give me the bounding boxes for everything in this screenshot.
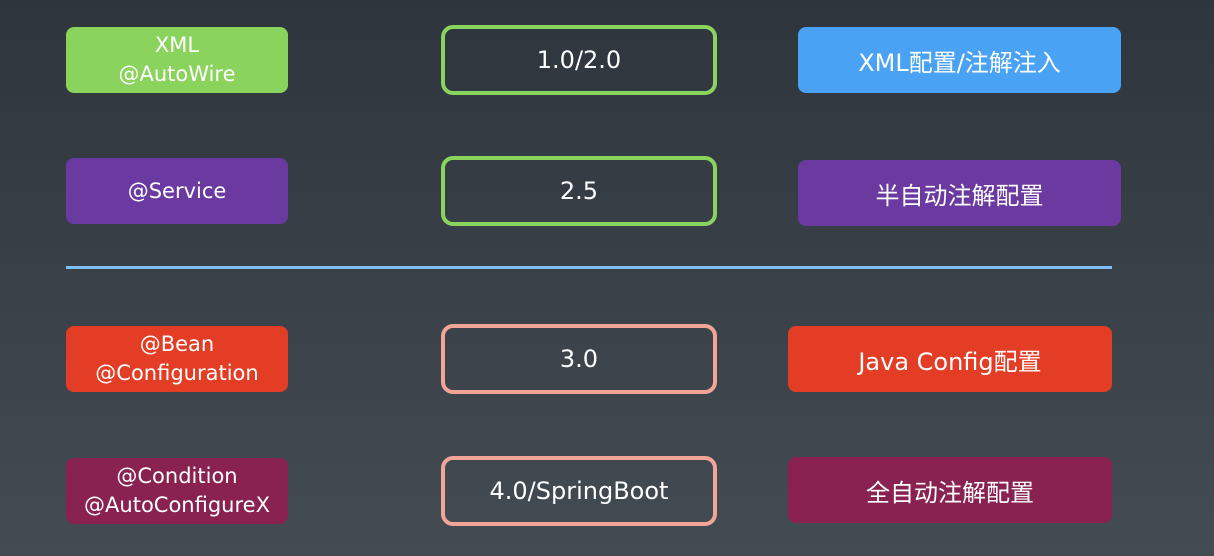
version-box-1-2: 1.0/2.0 bbox=[441, 25, 717, 95]
annotation-box-bean-configuration: @Bean @Configuration bbox=[66, 326, 288, 392]
description-box-java-config: Java Config配置 bbox=[788, 326, 1112, 392]
description-box-semi-auto: 半自动注解配置 bbox=[798, 160, 1121, 226]
description-box-full-auto: 全自动注解配置 bbox=[788, 457, 1112, 523]
version-box-3-0: 3.0 bbox=[441, 324, 717, 394]
annotation-box-service: @Service bbox=[66, 158, 288, 224]
description-box-xml-config: XML配置/注解注入 bbox=[798, 27, 1121, 93]
version-box-2-5: 2.5 bbox=[441, 156, 717, 226]
annotation-box-condition-autoconfigure: @Condition @AutoConfigureX bbox=[66, 458, 288, 524]
section-divider bbox=[66, 266, 1112, 269]
version-box-4-0-springboot: 4.0/SpringBoot bbox=[441, 456, 717, 526]
annotation-box-xml-autowire: XML @AutoWire bbox=[66, 27, 288, 93]
